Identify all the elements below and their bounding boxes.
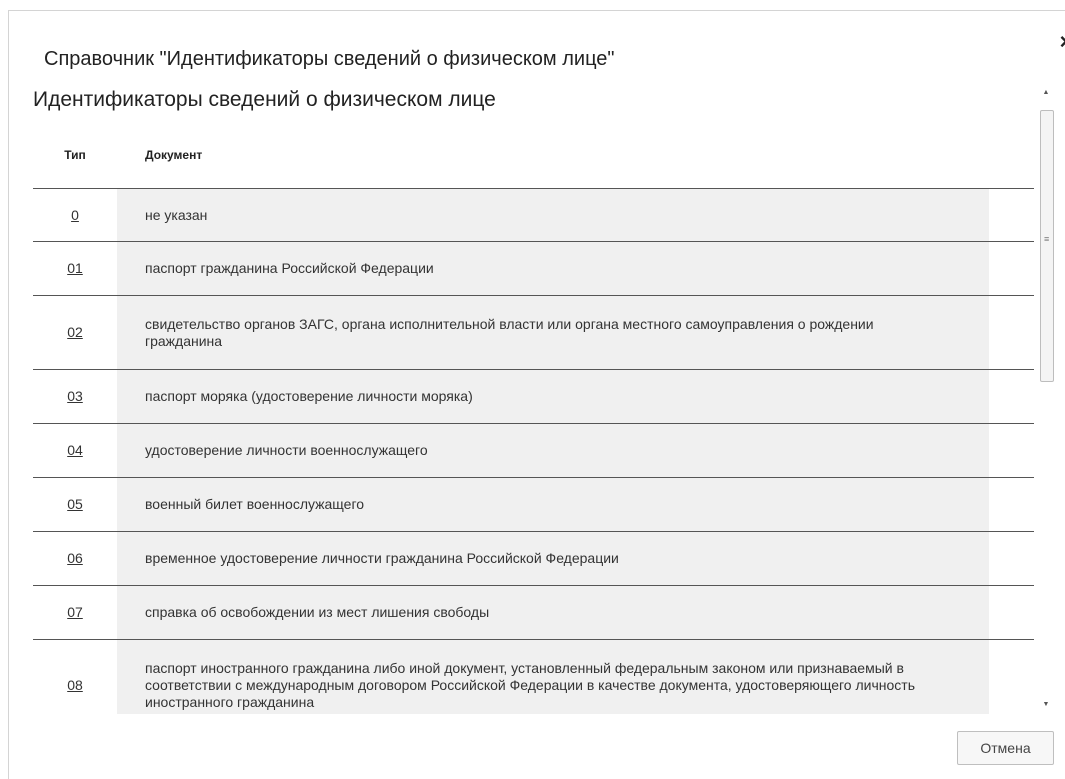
table-header-row: Тип Документ	[33, 138, 1034, 189]
table-row: 01 паспорт гражданина Российской Федерац…	[33, 241, 1034, 296]
close-icon[interactable]: ×	[1057, 31, 1065, 53]
section-title: Идентификаторы сведений о физическом лиц…	[33, 88, 496, 111]
grip-icon: ≡	[1044, 234, 1050, 244]
type-link[interactable]: 06	[67, 550, 83, 566]
type-link[interactable]: 07	[67, 604, 83, 620]
document-cell: не указан	[117, 188, 989, 242]
type-link[interactable]: 04	[67, 442, 83, 458]
type-link[interactable]: 01	[67, 260, 83, 276]
document-cell: временное удостоверение личности граждан…	[117, 531, 989, 586]
table-row: 03 паспорт моряка (удостоверение личност…	[33, 369, 1034, 424]
document-cell: паспорт моряка (удостоверение личности м…	[117, 369, 989, 424]
type-link[interactable]: 08	[67, 677, 83, 693]
table-row: 08 паспорт иностранного гражданина либо …	[33, 639, 1034, 714]
scroll-down-icon[interactable]: ▼	[1037, 696, 1055, 714]
table-row: 02 свидетельство органов ЗАГС, органа ис…	[33, 295, 1034, 370]
type-link[interactable]: 03	[67, 388, 83, 404]
column-header-type: Тип	[33, 138, 117, 189]
table-row: 05 военный билет военнослужащего	[33, 477, 1034, 532]
column-header-spacer	[989, 138, 1034, 189]
column-header-document: Документ	[117, 138, 989, 189]
type-link[interactable]: 02	[67, 324, 83, 340]
type-link[interactable]: 05	[67, 496, 83, 512]
document-cell: удостоверение личности военнослужащего	[117, 423, 989, 478]
vertical-scrollbar[interactable]: ▲ ≡ ▼	[1037, 84, 1055, 714]
table-row: 07 справка об освобождении из мест лишен…	[33, 585, 1034, 640]
scroll-up-icon[interactable]: ▲	[1037, 84, 1055, 102]
type-link[interactable]: 0	[71, 207, 79, 223]
table-row: 06 временное удостоверение личности граж…	[33, 531, 1034, 586]
document-cell: паспорт иностранного гражданина либо ино…	[117, 639, 989, 714]
document-cell: справка об освобождении из мест лишения …	[117, 585, 989, 640]
document-cell: свидетельство органов ЗАГС, органа испол…	[117, 295, 989, 370]
table-row: 04 удостоверение личности военнослужащег…	[33, 423, 1034, 478]
table-row: 0 не указан	[33, 188, 1034, 242]
scroll-area[interactable]: Идентификаторы сведений о физическом лиц…	[33, 84, 1037, 714]
document-cell: паспорт гражданина Российской Федерации	[117, 241, 989, 296]
dialog-title: Справочник "Идентификаторы сведений о фи…	[44, 48, 615, 70]
scrollbar-thumb[interactable]: ≡	[1040, 110, 1054, 382]
identifiers-table: Тип Документ 0 не указан 01 паспорт граж…	[33, 138, 1034, 714]
table-wrap: Тип Документ 0 не указан 01 паспорт граж…	[33, 138, 1037, 714]
document-cell: военный билет военнослужащего	[117, 477, 989, 532]
cancel-button[interactable]: Отмена	[957, 731, 1054, 765]
